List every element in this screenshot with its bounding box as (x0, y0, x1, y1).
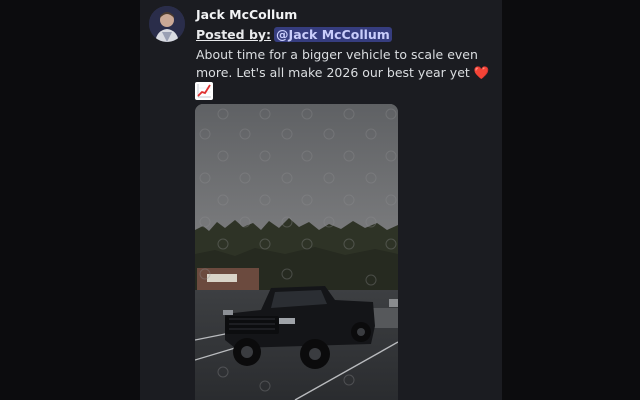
message-line-2: more. Let's all make 2026 our best year … (196, 65, 470, 80)
user-avatar[interactable] (149, 6, 185, 42)
user-mention[interactable]: @Jack McCollum (274, 27, 392, 42)
posted-by-row: Posted by: @Jack McCollum (196, 27, 392, 42)
posted-by-label: Posted by: (196, 27, 272, 42)
message-line-2-row: more. Let's all make 2026 our best year … (196, 64, 492, 82)
attached-photo[interactable] (195, 104, 398, 400)
message-line-1: About time for a bigger vehicle to scale… (196, 47, 478, 62)
author-name[interactable]: Jack McCollum (196, 7, 297, 22)
message-text: About time for a bigger vehicle to scale… (196, 46, 492, 82)
chart-increasing-icon (195, 82, 213, 100)
heart-emoji: ❤️ (473, 65, 490, 80)
